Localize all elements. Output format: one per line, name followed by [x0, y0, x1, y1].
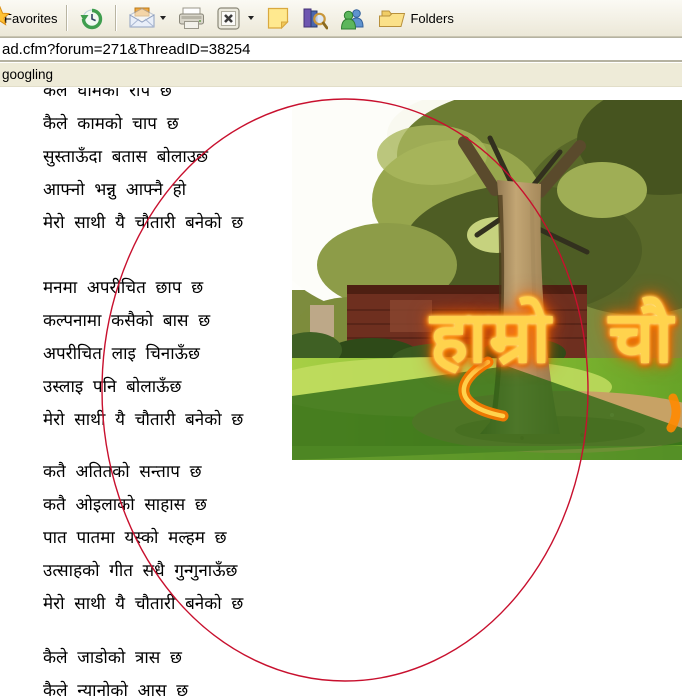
googling-label[interactable]: googling — [0, 67, 53, 82]
note-icon — [266, 6, 290, 30]
poem-stanza: कतै अतितको सन्ताप छ कतै ओइलाको साहास छ प… — [43, 455, 682, 620]
research-button[interactable] — [296, 2, 334, 34]
poem-stanza: कैले जाडोको त्रास छ कैले न्यानोको आस छ — [43, 641, 682, 697]
history-button[interactable] — [73, 2, 110, 34]
toolbar-separator — [115, 5, 117, 31]
folders-button[interactable]: Folders — [372, 2, 463, 34]
messenger-icon — [340, 7, 366, 30]
photo-overlay-text: हाम्रो चौ — [430, 286, 675, 384]
tree-photo: हाम्रो चौ — [292, 100, 682, 460]
poem-line: उत्साहको गीत सधै गुन्गुनाऊँछ — [43, 554, 682, 587]
ie-toolbar: Favorites — [0, 0, 682, 37]
mail-icon — [128, 7, 156, 29]
excel-edit-icon — [217, 7, 240, 30]
messenger-button[interactable] — [334, 2, 372, 34]
address-bar[interactable]: ad.cfm?forum=271&ThreadID=38254 — [0, 37, 682, 62]
favorites-star-icon[interactable] — [0, 6, 10, 31]
poem-line: कैले न्यानोको आस छ — [43, 674, 682, 697]
discuss-button[interactable] — [260, 2, 296, 34]
poem-line: कतै ओइलाको साहास छ — [43, 488, 682, 521]
folders-label[interactable]: Folders — [406, 11, 457, 26]
browser-window: Favorites — [0, 0, 682, 697]
mail-button[interactable] — [122, 2, 172, 34]
print-button[interactable] — [172, 2, 211, 34]
tree-photo-art — [292, 100, 682, 460]
poem-line: मेरो साथी यै चौतारी बनेको छ — [43, 587, 682, 620]
edit-dropdown-arrow[interactable] — [248, 16, 254, 20]
toolbar-separator — [66, 5, 68, 31]
history-icon — [79, 6, 104, 31]
page-content: कैले घामको राप छ कैले कामको चाप छ सुस्ता… — [0, 88, 682, 697]
google-toolbar: googling — [0, 62, 682, 87]
print-icon — [178, 7, 205, 30]
address-url-text[interactable]: ad.cfm?forum=271&ThreadID=38254 — [0, 41, 251, 58]
poem-line: कैले जाडोको त्रास छ — [43, 641, 682, 674]
research-icon — [302, 6, 328, 31]
mail-dropdown-arrow[interactable] — [160, 16, 166, 20]
edit-with-excel-button[interactable] — [211, 2, 246, 34]
poem-line: पात पातमा यस्को मल्हम छ — [43, 521, 682, 554]
folders-icon — [378, 8, 406, 29]
